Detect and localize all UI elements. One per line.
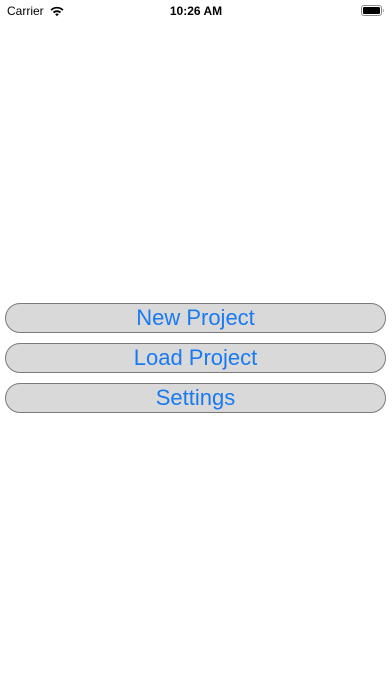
status-bar: Carrier 10:26 AM [0, 0, 392, 22]
app-screen: Carrier 10:26 AM New Project Load Projec… [0, 0, 392, 696]
load-project-button[interactable]: Load Project [5, 343, 386, 373]
settings-button[interactable]: Settings [5, 383, 386, 413]
main-menu: New Project Load Project Settings [5, 303, 387, 423]
battery-icon [361, 5, 384, 16]
status-time: 10:26 AM [169, 4, 223, 18]
new-project-button[interactable]: New Project [5, 303, 386, 333]
